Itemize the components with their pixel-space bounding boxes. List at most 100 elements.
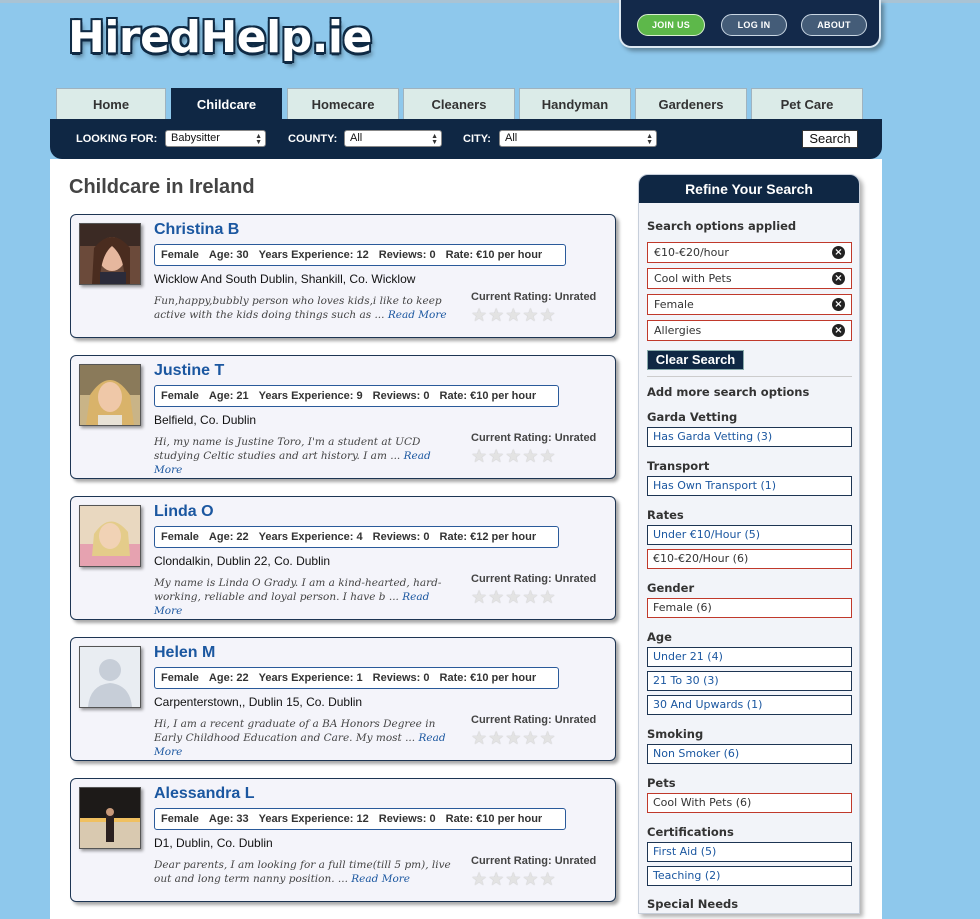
gender: Female [161,249,199,261]
description-text: Hi, my name is Justine Toro, I'm a stude… [154,436,421,462]
applied-filter-label: Allergies [654,324,702,337]
select-down-icon: ▼ [255,139,262,146]
applied-filter-label: Female [654,298,694,311]
group-heading-rates: Rates [647,508,684,522]
read-more-link[interactable]: Read More [351,873,410,885]
profile-stats: Female Age: 22 Years Experience: 1 Reviews:… [154,667,559,689]
log-in-button[interactable]: LOG IN [721,14,787,36]
group-heading-pets: Pets [647,776,676,790]
reviews: Reviews: 0 [372,531,430,543]
tab-gardeners[interactable]: Gardeners [635,88,747,119]
select-down-icon: ▼ [431,139,438,146]
age: Age: 22 [208,531,249,543]
county-select[interactable]: All ▲ ▼ [344,130,442,147]
profile-photo[interactable] [79,646,141,708]
rating-stars[interactable]: ★★★★★ [471,869,557,890]
search-bar: LOOKING FOR: Babysitter ▲ ▼ COUNTY: All … [50,119,882,159]
tab-handyman[interactable]: Handyman [519,88,631,119]
remove-filter-icon[interactable]: × [832,298,845,311]
applied-filter: Female × [647,294,852,315]
option-gender-female[interactable]: Female (6) [647,598,852,618]
refine-search-sidebar: Refine Your Search Search options applie… [638,174,860,914]
profile-name[interactable]: Linda O [154,503,214,521]
profile-card: Christina B Female Age: 30 Years Experienc… [70,214,616,338]
tab-homecare[interactable]: Homecare [287,88,399,119]
rating-label: Current Rating: Unrated [471,855,597,867]
profile-card: Justine T Female Age: 21 Years Experience:… [70,355,616,479]
group-heading-age: Age [647,630,672,644]
option-rate-under-10[interactable]: Under €10/Hour (5) [647,525,852,545]
site-logo[interactable]: HiredHelp.ie [68,12,372,63]
tab-cleaners[interactable]: Cleaners [403,88,515,119]
age: Age: 33 [208,813,249,825]
about-button[interactable]: ABOUT [801,14,867,36]
option-teaching[interactable]: Teaching (2) [647,866,852,886]
profile-name[interactable]: Christina B [154,221,239,239]
profile-location: D1, Dublin, Co. Dublin [154,836,273,850]
city-select[interactable]: All ▲ ▼ [499,130,657,147]
profile-description: Hi, my name is Justine Toro, I'm a stude… [154,435,454,477]
rating-stars[interactable]: ★★★★★ [471,728,557,749]
description-text: My name is Linda O Grady. I am a kind-he… [154,577,442,603]
gender: Female [161,390,199,402]
remove-filter-icon[interactable]: × [832,272,845,285]
profile-location: Belfield, Co. Dublin [154,413,257,427]
option-first-aid[interactable]: First Aid (5) [647,842,852,862]
rating-label: Current Rating: Unrated [471,714,597,726]
county-value: All [350,132,363,144]
profile-name[interactable]: Justine T [154,362,224,380]
rating-stars[interactable]: ★★★★★ [471,587,557,608]
profile-description: Fun,happy,bubbly person who loves kids,i… [154,294,454,322]
profile-location: Wicklow And South Dublin, Shankill, Co. … [154,272,416,286]
tab-childcare[interactable]: Childcare [171,88,282,120]
remove-filter-icon[interactable]: × [832,246,845,259]
profile-photo[interactable] [79,787,141,849]
more-options-heading: Add more search options [647,385,810,399]
profile-card: Linda O Female Age: 22 Years Experience: 4… [70,496,616,620]
option-own-transport[interactable]: Has Own Transport (1) [647,476,852,496]
option-age-30-up[interactable]: 30 And Upwards (1) [647,695,852,715]
profile-stats: Female Age: 21 Years Experience: 9 Reviews:… [154,385,559,407]
rating-stars[interactable]: ★★★★★ [471,305,557,326]
profile-description: Hi, I am a recent graduate of a BA Honor… [154,717,454,759]
experience: Years Experience: 12 [258,813,369,825]
applied-filter: Allergies × [647,320,852,341]
experience: Years Experience: 9 [258,390,363,402]
option-non-smoker[interactable]: Non Smoker (6) [647,744,852,764]
looking-for-label: LOOKING FOR: [76,133,158,145]
profile-name[interactable]: Alessandra L [154,785,254,803]
profile-photo[interactable] [79,505,141,567]
gender: Female [161,813,199,825]
read-more-link[interactable]: Read More [388,309,447,321]
profile-name[interactable]: Helen M [154,644,215,662]
profile-card: Alessandra L Female Age: 33 Years Experien… [70,778,616,902]
profile-photo[interactable] [79,364,141,426]
profile-card: Helen M Female Age: 22 Years Experience: 1… [70,637,616,761]
profile-stats: Female Age: 30 Years Experience: 12 Reviews… [154,244,566,266]
option-rate-10-20[interactable]: €10-€20/Hour (6) [647,549,852,569]
profile-photo[interactable] [79,223,141,285]
gender: Female [161,531,199,543]
reviews: Reviews: 0 [372,672,430,684]
age: Age: 30 [208,249,249,261]
looking-for-select[interactable]: Babysitter ▲ ▼ [165,130,266,147]
reviews: Reviews: 0 [378,813,436,825]
option-age-21-30[interactable]: 21 To 30 (3) [647,671,852,691]
join-us-button[interactable]: JOIN US [637,14,705,36]
option-garda-vetting[interactable]: Has Garda Vetting (3) [647,427,852,447]
rate: Rate: €10 per hour [445,813,543,825]
option-age-under-21[interactable]: Under 21 (4) [647,647,852,667]
remove-filter-icon[interactable]: × [832,324,845,337]
clear-search-button[interactable]: Clear Search [647,350,744,370]
group-heading-gender: Gender [647,581,695,595]
tab-home[interactable]: Home [56,88,166,119]
search-button[interactable]: Search [802,130,858,148]
tab-pet-care[interactable]: Pet Care [751,88,863,119]
option-cool-with-pets[interactable]: Cool With Pets (6) [647,793,852,813]
city-label: CITY: [463,133,491,145]
rating-stars[interactable]: ★★★★★ [471,446,557,467]
applied-filter: Cool with Pets × [647,268,852,289]
refine-search-title: Refine Your Search [639,175,859,203]
looking-for-value: Babysitter [171,132,220,144]
profile-location: Carpenterstown,, Dublin 15, Co. Dublin [154,695,363,709]
